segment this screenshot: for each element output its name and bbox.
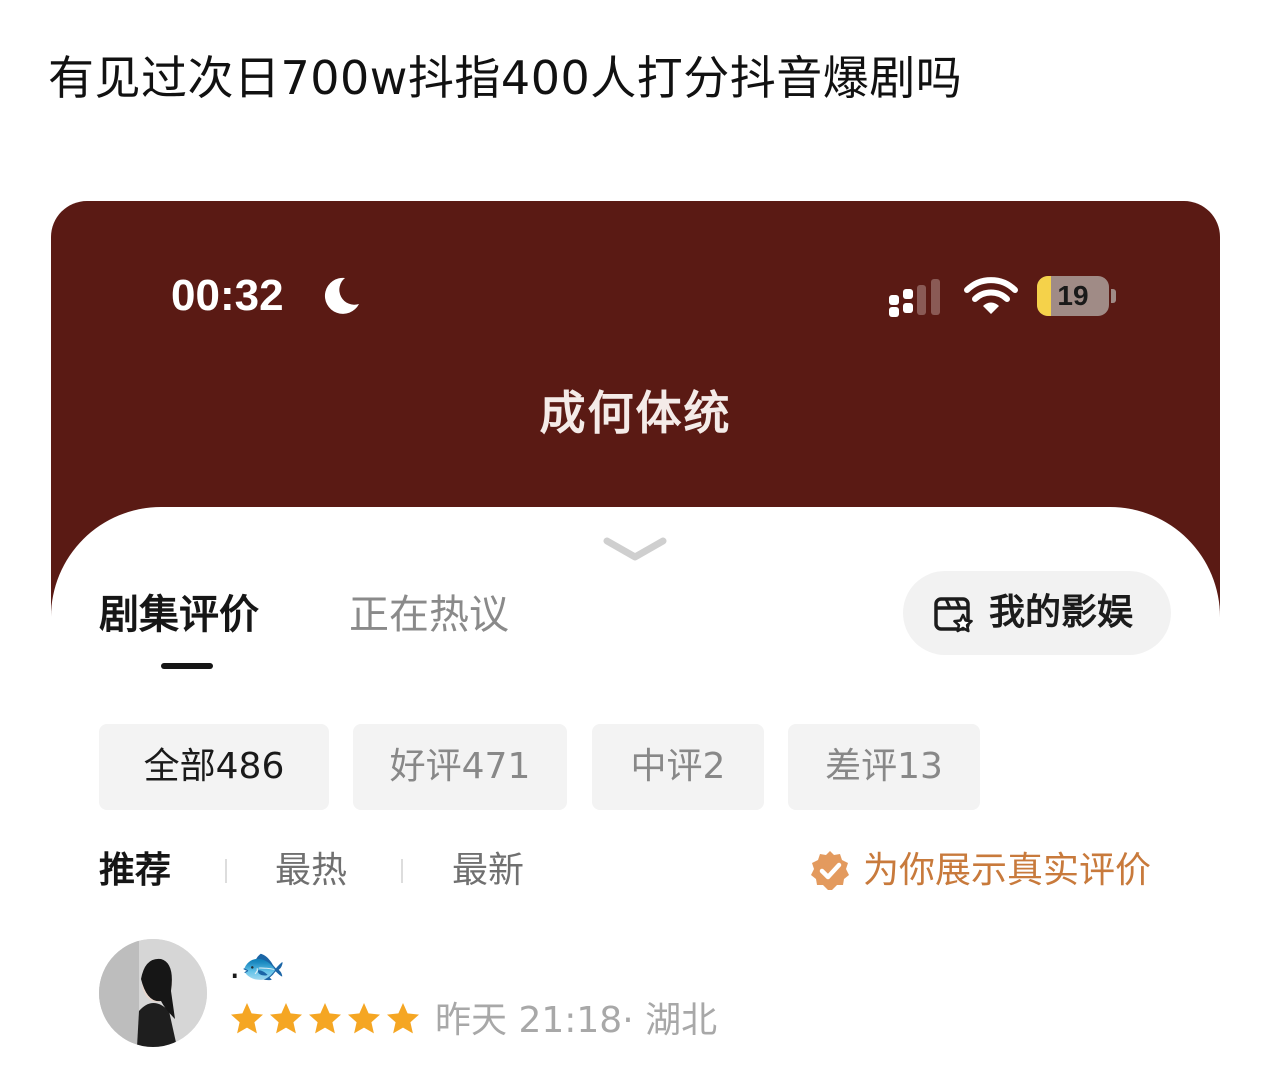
sort-newest[interactable]: 最新 (452, 843, 524, 899)
star-icon (387, 1003, 419, 1034)
chevron-down-icon[interactable] (602, 535, 668, 565)
review-item: .🐟 昨天 21:18· 湖北 (99, 939, 1179, 1059)
battery-cap (1111, 289, 1116, 303)
active-tab-indicator (161, 663, 213, 669)
my-entertainment-button[interactable]: 我的影娱 (903, 571, 1171, 655)
tab-drama-reviews[interactable]: 剧集评价 (99, 585, 259, 645)
star-icon (348, 1003, 380, 1034)
tab-hot-discussion[interactable]: 正在热议 (349, 585, 509, 645)
sort-recommended[interactable]: 推荐 (99, 843, 171, 899)
review-meta: 昨天 21:18· 湖北 (435, 1000, 718, 1041)
sort-divider (401, 859, 403, 883)
status-bar: 00:32 19 (51, 201, 1220, 381)
filter-good-chip[interactable]: 好评471 (353, 724, 567, 810)
filter-bad-chip[interactable]: 差评13 (788, 724, 980, 810)
my-entertainment-label: 我的影娱 (989, 592, 1134, 633)
star-icon (270, 1003, 302, 1034)
sort-row: 推荐 最热 最新 为你展示真实评价 (99, 843, 1179, 899)
shield-check-icon (811, 851, 849, 890)
star-icon (231, 1003, 263, 1034)
drama-title: 成何体统 (539, 386, 732, 440)
avatar[interactable] (99, 939, 207, 1047)
film-star-icon (934, 597, 973, 633)
moon-icon (324, 277, 359, 314)
post-title: 有见过次日700w抖指400人打分抖音爆剧吗 (48, 51, 963, 105)
signal-icon (889, 279, 940, 317)
sort-divider (225, 859, 227, 883)
authentic-reviews-text: 为你展示真实评价 (863, 850, 1152, 891)
battery-percent: 19 (1057, 280, 1089, 311)
filter-mid-chip[interactable]: 中评2 (592, 724, 764, 810)
avatar-image (99, 939, 207, 1047)
status-time: 00:32 (171, 271, 284, 320)
wifi-icon (964, 277, 1018, 314)
battery-icon: 19 (1037, 276, 1119, 316)
review-sheet: 剧集评价 正在热议 我的影娱 全部486 好评471 中评2 差评13 推荐 最… (51, 507, 1220, 1080)
review-tabs: 剧集评价 正在热议 (99, 585, 599, 675)
reviewer-name[interactable]: .🐟 (229, 945, 285, 989)
filter-all-chip[interactable]: 全部486 (99, 724, 329, 810)
star-icon (309, 1003, 341, 1034)
sort-hottest[interactable]: 最热 (275, 843, 347, 899)
drama-review-card: 00:32 19 成何体统 剧集评价 正在热议 我的影娱 全部486 好评471… (51, 201, 1220, 1080)
